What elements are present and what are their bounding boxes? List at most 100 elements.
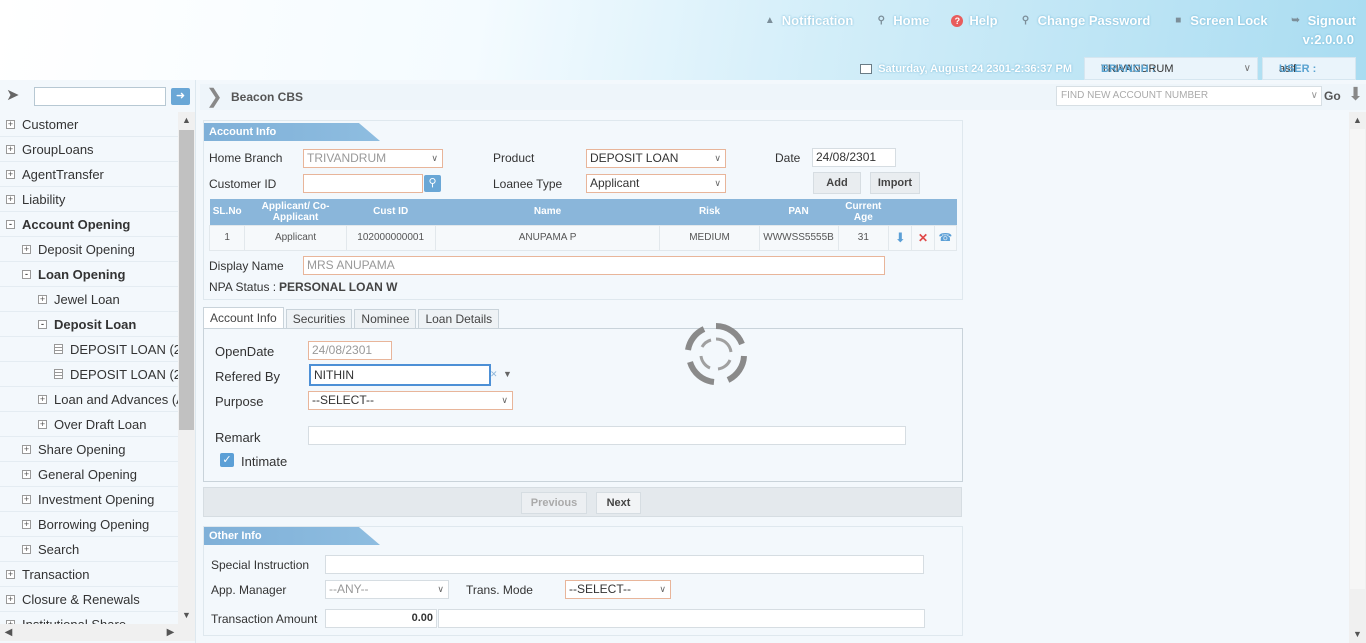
- scroll-left-icon[interactable]: ◀: [0, 624, 17, 641]
- expand-icon[interactable]: +: [6, 169, 15, 179]
- display-name-field[interactable]: MRS ANUPAMA: [303, 256, 885, 275]
- collapse-icon[interactable]: -: [6, 219, 15, 229]
- sidebar-item[interactable]: + Closure & Renewals: [0, 587, 178, 612]
- expand-icon[interactable]: +: [6, 569, 15, 579]
- sidebar-item[interactable]: + Borrowing Opening: [0, 512, 178, 537]
- purpose-select[interactable]: --SELECT-- ∨: [308, 391, 513, 410]
- tab-loan-details[interactable]: Loan Details: [418, 309, 500, 329]
- previous-button[interactable]: Previous: [521, 492, 587, 514]
- expand-icon[interactable]: +: [6, 144, 15, 154]
- menu-search-input[interactable]: [34, 86, 166, 106]
- loanee-type-select[interactable]: Applicant ∨: [586, 174, 726, 193]
- cell-action[interactable]: ⬇: [888, 224, 913, 251]
- scroll-thumb[interactable]: [1350, 129, 1365, 589]
- collapse-icon[interactable]: -: [38, 319, 47, 329]
- chevron-down-icon[interactable]: ▼: [503, 369, 512, 379]
- tab-securities[interactable]: Securities: [285, 309, 353, 329]
- sidebar-item[interactable]: + General Opening: [0, 462, 178, 487]
- trans-mode-select[interactable]: --SELECT-- ∨: [565, 580, 671, 599]
- cell-action[interactable]: ☎: [933, 224, 958, 251]
- sidebar-item[interactable]: - Deposit Loan: [0, 312, 178, 337]
- sidebar-item[interactable]: + AgentTransfer: [0, 162, 178, 187]
- scroll-up-icon[interactable]: ▲: [1349, 112, 1366, 129]
- home-link[interactable]: ⚲ Home: [875, 13, 930, 28]
- pin-icon[interactable]: ➤: [6, 87, 24, 105]
- download-arrow-icon[interactable]: ⬇: [1348, 84, 1363, 108]
- change-password-link[interactable]: ⚲ Change Password: [1020, 13, 1150, 28]
- import-button[interactable]: Import: [870, 172, 920, 194]
- customer-id-field[interactable]: [303, 174, 423, 193]
- sidebar-item[interactable]: + Share Opening: [0, 437, 178, 462]
- expand-icon[interactable]: +: [38, 419, 47, 429]
- add-button[interactable]: Add: [813, 172, 861, 194]
- sidebar-item[interactable]: + Institutional Share: [0, 612, 178, 624]
- expand-icon[interactable]: +: [22, 519, 31, 529]
- app-manager-select[interactable]: --ANY-- ∨: [325, 580, 449, 599]
- next-button[interactable]: Next: [596, 492, 641, 514]
- sidebar-item[interactable]: + GroupLoans: [0, 137, 178, 162]
- branch-select[interactable]: BRANCH : TRIVANDRUM ∨: [1084, 57, 1258, 80]
- scroll-right-icon[interactable]: ▶: [162, 624, 179, 641]
- document-icon[interactable]: [54, 344, 63, 354]
- search-icon[interactable]: ⚲: [424, 175, 441, 192]
- table-row[interactable]: 1 Applicant 102000000001 ANUPAMA P MEDIU…: [208, 224, 958, 251]
- scroll-thumb[interactable]: [179, 130, 194, 430]
- sidebar-item[interactable]: - Account Opening: [0, 212, 178, 237]
- wizard-nav-bar: Previous Next: [203, 487, 962, 517]
- sidebar-item[interactable]: DEPOSIT LOAN (22: [0, 337, 178, 362]
- expand-icon[interactable]: +: [22, 244, 31, 254]
- expand-icon[interactable]: +: [6, 594, 15, 604]
- sidebar-item[interactable]: + Jewel Loan: [0, 287, 178, 312]
- scroll-down-icon[interactable]: ▼: [1349, 626, 1366, 643]
- sidebar-item[interactable]: + Liability: [0, 187, 178, 212]
- special-instruction-field[interactable]: [325, 555, 924, 574]
- signout-link[interactable]: ➥ Signout: [1290, 13, 1356, 28]
- sidebar-item[interactable]: - Loan Opening: [0, 262, 178, 287]
- date-field[interactable]: 24/08/2301: [812, 148, 896, 167]
- intimate-checkbox[interactable]: ✓: [220, 453, 234, 467]
- notification-link[interactable]: ▲ Notification: [764, 13, 853, 28]
- scroll-up-icon[interactable]: ▲: [178, 112, 195, 129]
- expand-icon[interactable]: +: [22, 469, 31, 479]
- remark-field[interactable]: [308, 426, 906, 445]
- go-button[interactable]: Go: [1324, 89, 1341, 103]
- phone-icon[interactable]: ☎: [938, 232, 952, 244]
- expand-icon[interactable]: +: [6, 119, 15, 129]
- refered-by-field[interactable]: NITHIN: [309, 364, 491, 386]
- help-link[interactable]: ? Help: [951, 13, 998, 28]
- sidebar-vertical-scrollbar[interactable]: ▲ ▼: [178, 112, 195, 624]
- main-vertical-scrollbar[interactable]: ▲ ▼: [1349, 112, 1366, 643]
- collapse-icon[interactable]: -: [22, 269, 31, 279]
- expand-icon[interactable]: +: [22, 444, 31, 454]
- clear-icon[interactable]: ✕: [490, 369, 498, 380]
- sidebar-item[interactable]: + Search: [0, 537, 178, 562]
- expand-icon[interactable]: +: [6, 194, 15, 204]
- sidebar-item[interactable]: + Transaction: [0, 562, 178, 587]
- account-search-input[interactable]: FIND NEW ACCOUNT NUMBER ∨: [1056, 86, 1322, 106]
- expand-icon[interactable]: +: [38, 294, 47, 304]
- expand-icon[interactable]: +: [38, 394, 47, 404]
- tab-account-info[interactable]: Account Info: [203, 307, 284, 329]
- document-icon[interactable]: [54, 369, 63, 379]
- expand-icon[interactable]: +: [22, 494, 31, 504]
- sidebar-item[interactable]: DEPOSIT LOAN (22: [0, 362, 178, 387]
- delete-icon[interactable]: ✕: [918, 231, 928, 245]
- product-select[interactable]: DEPOSIT LOAN ∨: [586, 149, 726, 168]
- tab-nominee[interactable]: Nominee: [354, 309, 417, 329]
- sidebar-item[interactable]: + Over Draft Loan: [0, 412, 178, 437]
- amount-in-words-field[interactable]: [438, 609, 925, 628]
- expand-icon[interactable]: +: [22, 544, 31, 554]
- transaction-amount-field[interactable]: 0.00: [325, 609, 437, 628]
- menu-search-button[interactable]: ➜: [171, 87, 190, 105]
- sidebar-item[interactable]: + Investment Opening: [0, 487, 178, 512]
- sidebar-horizontal-scrollbar[interactable]: ◀ ▶: [0, 624, 195, 641]
- screen-lock-link[interactable]: ■ Screen Lock: [1172, 13, 1267, 28]
- scroll-down-icon[interactable]: ▼: [178, 607, 195, 624]
- download-icon[interactable]: ⬇: [895, 230, 906, 245]
- cell-action[interactable]: ✕: [911, 224, 935, 251]
- open-date-field[interactable]: 24/08/2301: [308, 341, 392, 360]
- home-branch-select[interactable]: TRIVANDRUM ∨: [303, 149, 443, 168]
- sidebar-item[interactable]: + Customer: [0, 112, 178, 137]
- sidebar-item[interactable]: + Deposit Opening: [0, 237, 178, 262]
- sidebar-item[interactable]: + Loan and Advances (A: [0, 387, 178, 412]
